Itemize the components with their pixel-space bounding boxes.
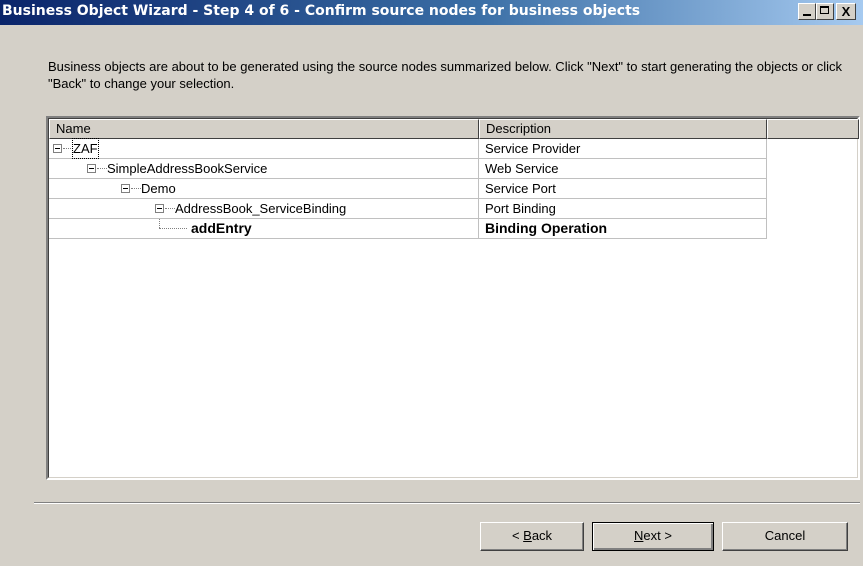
tree-row-description: Port Binding — [479, 199, 767, 219]
button-separator — [34, 502, 860, 504]
tree-row-description: Service Port — [479, 179, 767, 199]
tree-connector — [159, 228, 187, 229]
tree-node-label: ZAF — [72, 138, 99, 159]
tree-row-name-cell: SimpleAddressBookService — [49, 159, 479, 179]
tree-row[interactable]: addEntry Binding Operation — [49, 219, 767, 239]
column-header-description[interactable]: Description — [479, 119, 767, 139]
tree-row-name-cell: addEntry — [49, 219, 479, 239]
tree-row[interactable]: Demo Service Port — [49, 179, 767, 199]
tree-row-description: Service Provider — [479, 139, 767, 159]
minimize-icon — [799, 4, 815, 19]
tree-node-label: addEntry — [191, 220, 252, 236]
tree-row-name-cell: ZAF — [49, 138, 479, 159]
tree-row[interactable]: ZAF Service Provider — [49, 138, 767, 159]
collapse-icon[interactable] — [53, 144, 62, 153]
tree-connector — [165, 208, 175, 209]
next-button-label: Next > — [634, 528, 672, 543]
tree-connector — [159, 219, 160, 228]
close-button[interactable]: X — [836, 3, 856, 20]
cancel-button[interactable]: Cancel — [722, 522, 848, 551]
next-button[interactable]: Next > — [592, 522, 714, 551]
tree-row[interactable]: AddressBook_ServiceBinding Port Binding — [49, 199, 767, 219]
tree-node-label: Demo — [141, 181, 176, 196]
tree-row-name-cell: AddressBook_ServiceBinding — [49, 199, 479, 219]
title-bar: Business Object Wizard - Step 4 of 6 - C… — [0, 0, 863, 25]
back-button[interactable]: < Back — [480, 522, 584, 551]
close-icon: X — [841, 4, 851, 19]
tree-row-description: Web Service — [479, 159, 767, 179]
collapse-icon[interactable] — [121, 184, 130, 193]
tree-node-label: SimpleAddressBookService — [107, 161, 268, 176]
collapse-icon[interactable] — [87, 164, 96, 173]
window-title: Business Object Wizard - Step 4 of 6 - C… — [2, 3, 641, 19]
intro-text: Business objects are about to be generat… — [48, 59, 842, 91]
collapse-icon[interactable] — [155, 204, 164, 213]
maximize-button[interactable] — [816, 3, 834, 20]
maximize-icon — [817, 4, 833, 19]
minimize-button[interactable] — [798, 3, 816, 20]
tree-row[interactable]: SimpleAddressBookService Web Service — [49, 159, 767, 179]
tree-node-label: AddressBook_ServiceBinding — [175, 201, 347, 216]
back-button-label: < Back — [511, 528, 553, 543]
tree-row-name-cell: Demo — [49, 179, 479, 199]
tree-connector — [63, 148, 73, 149]
source-nodes-list[interactable]: Name Description ZAF Service Provider Simp… — [46, 116, 860, 480]
tree-connector — [97, 168, 107, 169]
list-body: Name Description ZAF Service Provider Simp… — [48, 118, 859, 478]
tree-row-description: Binding Operation — [479, 219, 767, 239]
column-header-filler — [767, 119, 859, 139]
column-header-name[interactable]: Name — [49, 119, 479, 139]
tree-connector — [131, 188, 141, 189]
